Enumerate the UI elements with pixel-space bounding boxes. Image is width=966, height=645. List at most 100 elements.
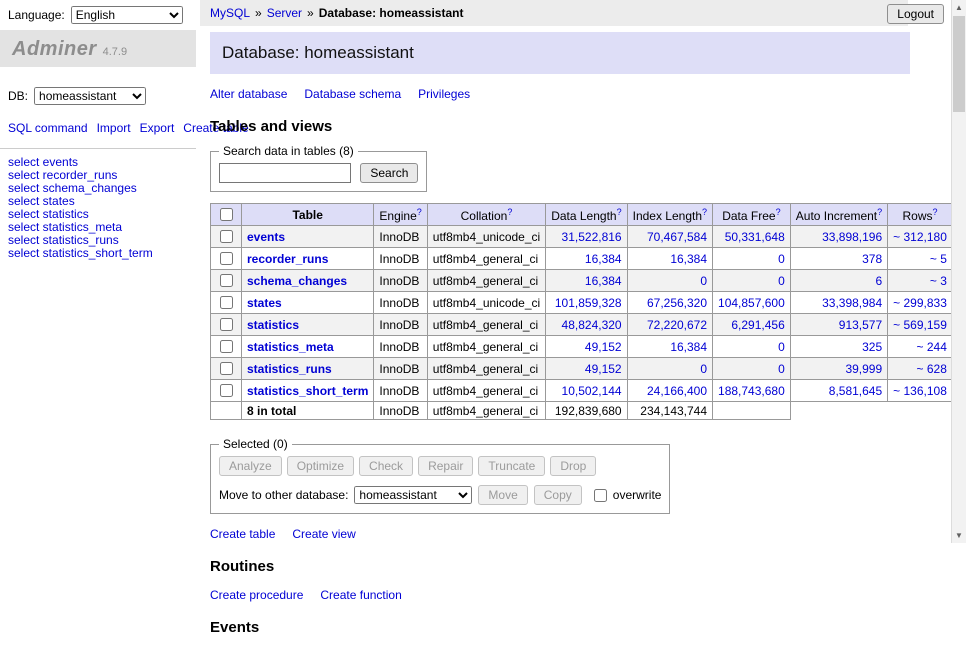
move-db-select[interactable]: homeassistant [354, 486, 472, 504]
optimize-button[interactable]: Optimize [287, 456, 354, 476]
column-help-link[interactable]: ? [417, 207, 422, 217]
column-help-link[interactable]: ? [617, 207, 622, 217]
data-free-link[interactable]: 0 [778, 362, 785, 376]
sidebar-select-link[interactable]: select recorder_runs [8, 169, 188, 182]
index-length-link[interactable]: 0 [700, 274, 707, 288]
drop-button[interactable]: Drop [550, 456, 596, 476]
column-help-link[interactable]: ? [702, 207, 707, 217]
move-button[interactable]: Move [478, 485, 527, 505]
action-link-database-schema[interactable]: Database schema [304, 87, 401, 101]
search-input[interactable] [219, 163, 351, 183]
row-checkbox[interactable] [220, 384, 233, 397]
table-name-link[interactable]: recorder_runs [247, 252, 328, 266]
routine-link-create-procedure[interactable]: Create procedure [210, 588, 303, 602]
table-name-link[interactable]: statistics_runs [247, 362, 332, 376]
scroll-down-icon[interactable]: ▼ [952, 528, 966, 543]
action-link-privileges[interactable]: Privileges [418, 87, 470, 101]
create-link-create-table[interactable]: Create table [210, 527, 275, 541]
rows-link[interactable]: ~ 299,833 [893, 296, 947, 310]
row-checkbox[interactable] [220, 296, 233, 309]
index-length-link[interactable]: 16,384 [670, 252, 707, 266]
data-free-link[interactable]: 0 [778, 252, 785, 266]
auto-increment-link[interactable]: 39,999 [845, 362, 882, 376]
rows-link[interactable]: ~ 244 [917, 340, 947, 354]
sidebar-select-link[interactable]: select states [8, 195, 188, 208]
table-name-link[interactable]: events [247, 230, 285, 244]
overwrite-checkbox[interactable] [594, 489, 607, 502]
auto-increment-link[interactable]: 33,898,196 [822, 230, 882, 244]
table-name-link[interactable]: schema_changes [247, 274, 347, 288]
db-select[interactable]: homeassistant [34, 87, 146, 105]
rows-link[interactable]: ~ 3 [930, 274, 947, 288]
quick-link-export[interactable]: Export [140, 121, 175, 135]
quick-link-import[interactable]: Import [97, 121, 131, 135]
sidebar-select-link[interactable]: select statistics [8, 208, 188, 221]
data-free-link[interactable]: 188,743,680 [718, 384, 785, 398]
breadcrumb-link[interactable]: MySQL [210, 6, 250, 20]
data-length-link[interactable]: 49,152 [585, 362, 622, 376]
sidebar-select-link[interactable]: select statistics_runs [8, 234, 188, 247]
column-help-link[interactable]: ? [933, 207, 938, 217]
data-length-link[interactable]: 31,522,816 [562, 230, 622, 244]
select-all-checkbox[interactable] [220, 208, 233, 221]
table-name-link[interactable]: statistics_meta [247, 340, 334, 354]
auto-increment-link[interactable]: 6 [875, 274, 882, 288]
breadcrumb-link[interactable]: Server [267, 6, 302, 20]
action-link-alter-database[interactable]: Alter database [210, 87, 287, 101]
row-checkbox[interactable] [220, 252, 233, 265]
index-length-link[interactable]: 70,467,584 [647, 230, 707, 244]
sidebar-select-link[interactable]: select statistics_short_term [8, 247, 188, 260]
data-free-link[interactable]: 50,331,648 [725, 230, 785, 244]
table-name-link[interactable]: statistics [247, 318, 299, 332]
auto-increment-link[interactable]: 8,581,645 [829, 384, 882, 398]
index-length-link[interactable]: 72,220,672 [647, 318, 707, 332]
data-length-link[interactable]: 16,384 [585, 252, 622, 266]
column-help-link[interactable]: ? [776, 207, 781, 217]
search-button[interactable]: Search [360, 163, 418, 183]
auto-increment-link[interactable]: 325 [862, 340, 882, 354]
rows-link[interactable]: ~ 5 [930, 252, 947, 266]
row-checkbox[interactable] [220, 362, 233, 375]
index-length-link[interactable]: 67,256,320 [647, 296, 707, 310]
auto-increment-link[interactable]: 33,398,984 [822, 296, 882, 310]
check-button[interactable]: Check [359, 456, 413, 476]
data-free-link[interactable]: 6,291,456 [731, 318, 784, 332]
scrollbar-thumb[interactable] [953, 16, 965, 112]
data-free-link[interactable]: 0 [778, 274, 785, 288]
rows-link[interactable]: ~ 569,159 [893, 318, 947, 332]
rows-link[interactable]: ~ 628 [917, 362, 947, 376]
table-name-link[interactable]: states [247, 296, 282, 310]
auto-increment-link[interactable]: 378 [862, 252, 882, 266]
sidebar-select-link[interactable]: select statistics_meta [8, 221, 188, 234]
scrollbar[interactable]: ▲ ▼ [951, 0, 966, 543]
data-free-link[interactable]: 104,857,600 [718, 296, 785, 310]
logout-button[interactable]: Logout [887, 4, 944, 24]
row-checkbox[interactable] [220, 318, 233, 331]
data-length-link[interactable]: 49,152 [585, 340, 622, 354]
scroll-up-icon[interactable]: ▲ [952, 0, 966, 15]
row-checkbox[interactable] [220, 274, 233, 287]
row-checkbox[interactable] [220, 340, 233, 353]
create-link-create-view[interactable]: Create view [292, 527, 355, 541]
rows-link[interactable]: ~ 312,180 [893, 230, 947, 244]
quick-link-sql-command[interactable]: SQL command [8, 121, 88, 135]
repair-button[interactable]: Repair [418, 456, 473, 476]
routine-link-create-function[interactable]: Create function [320, 588, 401, 602]
data-length-link[interactable]: 10,502,144 [562, 384, 622, 398]
data-length-link[interactable]: 16,384 [585, 274, 622, 288]
index-length-link[interactable]: 16,384 [670, 340, 707, 354]
copy-button[interactable]: Copy [534, 485, 582, 505]
index-length-link[interactable]: 24,166,400 [647, 384, 707, 398]
table-name-link[interactable]: statistics_short_term [247, 384, 368, 398]
column-help-link[interactable]: ? [507, 207, 512, 217]
index-length-link[interactable]: 0 [700, 362, 707, 376]
data-free-link[interactable]: 0 [778, 340, 785, 354]
data-length-link[interactable]: 48,824,320 [562, 318, 622, 332]
auto-increment-link[interactable]: 913,577 [839, 318, 882, 332]
rows-link[interactable]: ~ 136,108 [893, 384, 947, 398]
truncate-button[interactable]: Truncate [478, 456, 545, 476]
row-checkbox[interactable] [220, 230, 233, 243]
column-help-link[interactable]: ? [877, 207, 882, 217]
sidebar-select-link[interactable]: select events [8, 156, 188, 169]
data-length-link[interactable]: 101,859,328 [555, 296, 622, 310]
